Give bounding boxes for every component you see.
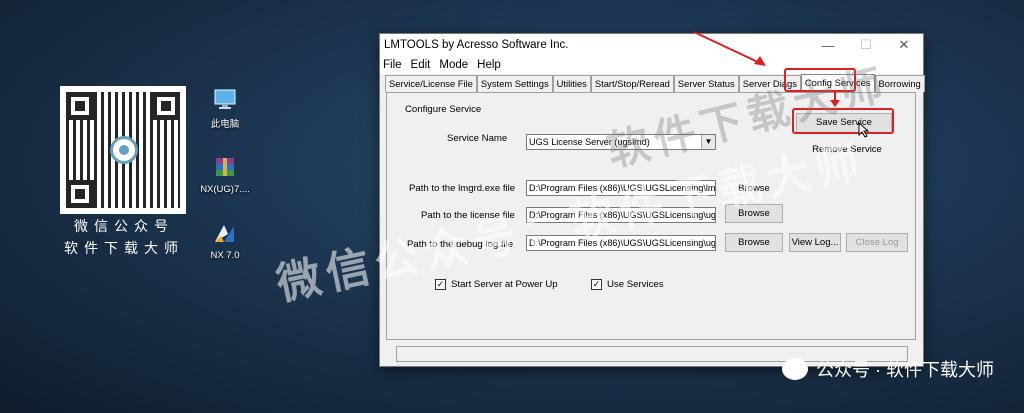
- checkbox-checked-icon: ✓: [435, 279, 446, 290]
- configure-service-label: Configure Service: [405, 104, 482, 115]
- menu-file[interactable]: File: [383, 59, 402, 71]
- tab-service-license-file[interactable]: Service/License File: [385, 75, 477, 92]
- use-services-label: Use Services: [607, 279, 664, 290]
- desktop-icon-nx70[interactable]: NX 7.0: [195, 222, 255, 261]
- menu-mode[interactable]: Mode: [439, 59, 468, 71]
- desktop-icon-label: NX(UG)7....: [200, 184, 250, 195]
- close-log-button[interactable]: Close Log: [846, 233, 908, 252]
- qr-caption-line2: 软件下载大师: [64, 240, 184, 256]
- wechat-icon: [782, 358, 808, 380]
- footer-watermark: 公众号 · 软件下载大师: [782, 356, 994, 382]
- tab-start-stop-reread[interactable]: Start/Stop/Reread: [590, 75, 674, 92]
- qr-code-card: [60, 86, 186, 214]
- desktop-icon-label: 此电脑: [210, 119, 240, 130]
- qr-caption-line1: 微信公众号: [74, 218, 174, 234]
- mouse-cursor-icon: [858, 122, 870, 138]
- start-server-at-power-up-checkbox[interactable]: ✓ Start Server at Power Up: [435, 279, 558, 290]
- desktop-icon-this-pc[interactable]: 此电脑: [195, 88, 255, 130]
- footer-text: 公众号 · 软件下载大师: [816, 360, 994, 380]
- view-log-button[interactable]: View Log...: [789, 233, 841, 252]
- close-button[interactable]: ✕: [885, 37, 923, 53]
- title-bar: LMTOOLS by Acresso Software Inc. — ☐ ✕: [380, 34, 923, 56]
- service-name-label: Service Name: [447, 133, 508, 144]
- browse-debug-log-button[interactable]: Browse: [725, 233, 783, 252]
- tab-utilities[interactable]: Utilities: [552, 75, 591, 92]
- checkbox-checked-icon: ✓: [591, 279, 602, 290]
- menu-help[interactable]: Help: [477, 59, 501, 71]
- start-server-label: Start Server at Power Up: [451, 279, 558, 290]
- qr-code-image: [66, 92, 180, 208]
- desktop-icon-nx-archive[interactable]: NX(UG)7....: [195, 156, 255, 195]
- lmgrd-path-label: Path to the lmgrd.exe file: [409, 183, 516, 194]
- winrar-archive-icon: [212, 156, 238, 180]
- qr-logo-icon: [110, 136, 138, 164]
- desktop-icon-label: NX 7.0: [210, 250, 240, 261]
- tab-system-settings[interactable]: System Settings: [476, 75, 553, 92]
- computer-icon: [212, 88, 238, 112]
- use-services-checkbox[interactable]: ✓ Use Services: [591, 279, 664, 290]
- minimize-button[interactable]: —: [809, 38, 847, 53]
- menu-edit[interactable]: Edit: [411, 59, 431, 71]
- nx-app-icon: [212, 222, 238, 246]
